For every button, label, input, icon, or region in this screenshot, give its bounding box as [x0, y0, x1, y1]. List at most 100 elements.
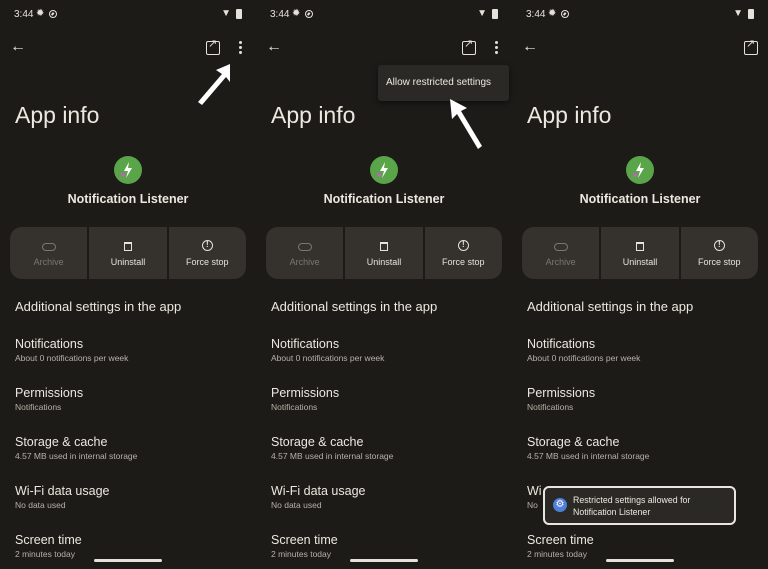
item-title: Screen time — [527, 533, 594, 547]
open-app-icon[interactable] — [744, 37, 758, 55]
storage-item[interactable]: Storage & cache 4.57 MB used in internal … — [271, 435, 393, 461]
item-title: Wi-Fi data usage — [271, 484, 366, 498]
dnd-icon — [49, 10, 57, 18]
item-subtitle: No data used — [271, 500, 322, 510]
item-title: Notifications — [527, 337, 596, 351]
action-bar: Archive Uninstall ! Force stop — [522, 227, 758, 279]
cloud-upload-icon — [553, 242, 568, 251]
wifi-data-item[interactable]: Wi-Fi data usage No data used — [15, 484, 109, 510]
home-indicator[interactable] — [606, 559, 674, 562]
item-subtitle: No data used — [15, 500, 66, 510]
notifications-item[interactable]: Notifications About 0 notifications per w… — [271, 337, 384, 363]
pointer-arrow-icon — [198, 64, 230, 105]
app-icon — [370, 156, 398, 184]
storage-item[interactable]: Storage & cache 4.57 MB used in internal … — [15, 435, 137, 461]
item-subtitle: 2 minutes today — [271, 549, 332, 559]
toast-line-2: Notification Listener — [573, 506, 651, 517]
page-title: App info — [271, 102, 356, 128]
app-bar: ← — [0, 37, 256, 60]
open-app-icon[interactable] — [462, 37, 476, 55]
wifi-icon: ▼ — [733, 8, 743, 19]
app-name: Notification Listener — [323, 192, 445, 206]
uninstall-button[interactable]: Uninstall — [601, 227, 679, 279]
action-bar: Archive Uninstall ! Force stop — [10, 227, 246, 279]
item-subtitle: Notifications — [527, 402, 574, 412]
permissions-item[interactable]: Permissions Notifications — [271, 386, 339, 412]
wifi-icon: ▼ — [477, 8, 487, 19]
uninstall-button[interactable]: Uninstall — [89, 227, 167, 279]
app-icon — [114, 156, 142, 184]
page-title: App info — [15, 102, 100, 128]
screen-time-item[interactable]: Screen time 2 minutes today — [527, 533, 594, 559]
more-options-icon[interactable] — [239, 41, 242, 56]
item-subtitle: 4.57 MB used in internal storage — [271, 451, 394, 461]
back-arrow-icon[interactable]: ← — [10, 38, 26, 56]
item-subtitle: No — [527, 500, 538, 510]
item-subtitle: About 0 notifications per week — [15, 353, 129, 363]
notifications-item[interactable]: Notifications About 0 notifications per w… — [527, 337, 640, 363]
status-time: 3:44 — [526, 9, 546, 20]
open-app-icon[interactable] — [206, 37, 220, 55]
status-time: 3:44 — [14, 9, 34, 20]
status-bar: 3:44 ✹ ▼ — [14, 8, 242, 22]
cloud-upload-icon — [297, 242, 312, 251]
item-subtitle: 4.57 MB used in internal storage — [15, 451, 138, 461]
settings-gear-icon: ✹ — [292, 8, 301, 19]
item-title: Storage & cache — [15, 435, 108, 449]
archive-label: Archive — [289, 256, 320, 267]
uninstall-label: Uninstall — [110, 256, 146, 267]
wifi-data-item[interactable]: Wi-Fi data usage No data used — [271, 484, 365, 510]
back-arrow-icon[interactable]: ← — [266, 38, 282, 56]
dnd-icon — [561, 10, 569, 18]
page-title: App info — [527, 102, 612, 128]
back-arrow-icon[interactable]: ← — [522, 38, 538, 56]
action-bar: Archive Uninstall ! Force stop — [266, 227, 502, 279]
force-stop-button[interactable]: ! Force stop — [680, 227, 758, 279]
allow-restricted-settings-item[interactable]: Allow restricted settings — [386, 77, 491, 88]
force-stop-label: Force stop — [698, 256, 741, 267]
item-title: Storage & cache — [271, 435, 364, 449]
archive-label: Archive — [545, 256, 576, 267]
battery-icon — [492, 9, 498, 19]
more-options-icon[interactable] — [495, 41, 498, 56]
settings-gear-icon: ✹ — [548, 8, 557, 19]
app-bar: ← — [256, 37, 512, 60]
additional-settings-link[interactable]: Additional settings in the app — [527, 299, 693, 314]
uninstall-button[interactable]: Uninstall — [345, 227, 423, 279]
uninstall-label: Uninstall — [366, 256, 402, 267]
archive-button[interactable]: Archive — [522, 227, 600, 279]
toast-line-1: Restricted settings allowed for — [573, 495, 691, 505]
pointer-arrow-icon — [450, 99, 482, 149]
screen-time-item[interactable]: Screen time 2 minutes today — [271, 533, 338, 559]
toast-message: ⚙ Restricted settings allowed for Notifi… — [543, 486, 736, 525]
home-indicator[interactable] — [350, 559, 418, 562]
item-title: Notifications — [15, 337, 84, 351]
item-subtitle: About 0 notifications per week — [271, 353, 385, 363]
force-stop-button[interactable]: ! Force stop — [168, 227, 246, 279]
permissions-item[interactable]: Permissions Notifications — [527, 386, 595, 412]
trash-icon — [123, 241, 132, 251]
item-subtitle: Notifications — [15, 402, 62, 412]
dnd-icon — [305, 10, 313, 18]
force-stop-button[interactable]: ! Force stop — [424, 227, 502, 279]
home-indicator[interactable] — [94, 559, 162, 562]
settings-gear-icon: ✹ — [36, 8, 45, 19]
item-subtitle: About 0 notifications per week — [527, 353, 641, 363]
app-name: Notification Listener — [67, 192, 189, 206]
item-title: Storage & cache — [527, 435, 620, 449]
notifications-item[interactable]: Notifications About 0 notifications per w… — [15, 337, 128, 363]
additional-settings-link[interactable]: Additional settings in the app — [271, 299, 437, 314]
screen-time-item[interactable]: Screen time 2 minutes today — [15, 533, 82, 559]
archive-button[interactable]: Archive — [10, 227, 88, 279]
screen-3: 3:44 ✹ ▼ ← App info Notification Listene… — [512, 0, 768, 569]
archive-button[interactable]: Archive — [266, 227, 344, 279]
item-title: Permissions — [271, 386, 340, 400]
storage-item[interactable]: Storage & cache 4.57 MB used in internal … — [527, 435, 649, 461]
item-subtitle: Notifications — [271, 402, 318, 412]
permissions-item[interactable]: Permissions Notifications — [15, 386, 83, 412]
item-subtitle: 4.57 MB used in internal storage — [527, 451, 650, 461]
wifi-data-item[interactable]: Wi No — [527, 484, 542, 510]
additional-settings-link[interactable]: Additional settings in the app — [15, 299, 181, 314]
app-icon — [626, 156, 654, 184]
alert-icon: ! — [713, 239, 725, 251]
